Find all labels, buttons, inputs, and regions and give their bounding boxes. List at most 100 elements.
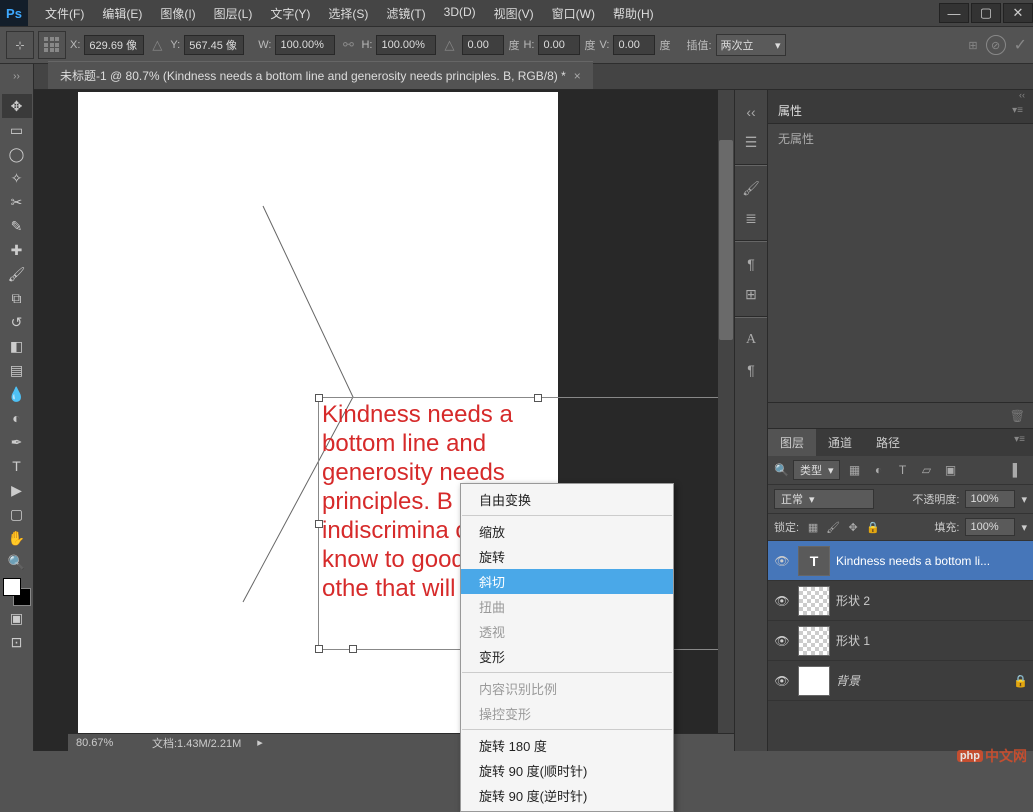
link-wh-icon[interactable]: ⚯ (339, 37, 357, 53)
swap-xy-icon[interactable]: △ (148, 37, 166, 53)
close-tab-icon[interactable]: × (574, 69, 581, 83)
filter-smart-icon[interactable]: ▣ (940, 461, 960, 479)
menu-file[interactable]: 文件(F) (36, 0, 93, 27)
healing-brush-tool[interactable]: ✚ (2, 238, 32, 262)
dodge-tool[interactable]: ◐ (2, 406, 32, 430)
history-brush-tool[interactable]: ↺ (2, 310, 32, 334)
blend-mode-dropdown[interactable]: 正常▾ (774, 489, 874, 509)
trash-icon[interactable]: 🗑 (1010, 409, 1025, 423)
vertical-scrollbar[interactable] (718, 90, 734, 751)
screen-mode-toggle[interactable]: ⊡ (2, 630, 32, 654)
panel-collapse-icon[interactable]: ‹‹ (768, 90, 1033, 98)
glyphs-panel-icon[interactable]: ¶ (739, 360, 763, 380)
menu-view[interactable]: 视图(V) (485, 0, 543, 27)
zoom-tool[interactable]: 🔍 (2, 550, 32, 574)
gradient-tool[interactable]: ▤ (2, 358, 32, 382)
panel-menu-icon[interactable]: ▾≡ (1012, 105, 1023, 116)
menu-window[interactable]: 窗口(W) (543, 0, 604, 27)
hskew-input[interactable] (538, 35, 580, 55)
fill-input[interactable] (965, 518, 1015, 536)
transform-handle-bc[interactable] (349, 645, 357, 653)
angle-input[interactable] (462, 35, 504, 55)
visibility-toggle-icon[interactable]: 👁 (772, 634, 792, 648)
filter-kind-dropdown[interactable]: 类型▾ (793, 460, 841, 480)
clone-stamp-tool[interactable]: ⧉ (2, 286, 32, 310)
status-menu-icon[interactable]: ▸ (257, 736, 263, 749)
lock-pixels-icon[interactable]: 🖌 (825, 519, 841, 535)
layer-row-shape1[interactable]: 👁 形状 1 (768, 621, 1033, 661)
lock-transparent-icon[interactable]: ▦ (805, 519, 821, 535)
layer-row-text[interactable]: 👁 T Kindness needs a bottom li... (768, 541, 1033, 581)
eraser-tool[interactable]: ◧ (2, 334, 32, 358)
color-panel-icon[interactable]: 🖌 (739, 178, 763, 198)
close-button[interactable]: ✕ (1003, 3, 1033, 23)
ctx-skew[interactable]: 斜切 (461, 569, 673, 594)
layer-row-shape2[interactable]: 👁 形状 2 (768, 581, 1033, 621)
vertical-scrollbar-thumb[interactable] (719, 140, 733, 340)
ctx-rotate[interactable]: 旋转 (461, 544, 673, 569)
menu-layer[interactable]: 图层(L) (205, 0, 262, 27)
visibility-toggle-icon[interactable]: 👁 (772, 594, 792, 608)
reference-point-grid[interactable] (38, 31, 66, 59)
visibility-toggle-icon[interactable]: 👁 (772, 674, 792, 688)
shape-tool[interactable]: ▢ (2, 502, 32, 526)
commit-transform-button[interactable]: ✓ (1014, 35, 1027, 55)
filter-adjust-icon[interactable]: ◐ (868, 461, 888, 479)
lasso-tool[interactable]: ◯ (2, 142, 32, 166)
transform-handle-tl[interactable] (315, 394, 323, 402)
document-tab[interactable]: 未标题-1 @ 80.7% (Kindness needs a bottom l… (48, 61, 593, 89)
magic-wand-tool[interactable]: ✧ (2, 166, 32, 190)
quick-mask-toggle[interactable]: ▣ (2, 606, 32, 630)
layer-name[interactable]: 形状 1 (836, 632, 1029, 649)
layer-name[interactable]: 形状 2 (836, 592, 1029, 609)
filter-toggle-icon[interactable]: ▌ (1007, 461, 1027, 479)
menu-type[interactable]: 文字(Y) (261, 0, 319, 27)
ctx-scale[interactable]: 缩放 (461, 519, 673, 544)
maximize-button[interactable]: ▢ (971, 3, 1001, 23)
vskew-input[interactable] (613, 35, 655, 55)
menu-3d[interactable]: 3D(D) (435, 0, 485, 27)
transform-handle-bl[interactable] (315, 645, 323, 653)
filter-shape-icon[interactable]: ▱ (916, 461, 936, 479)
filter-kind-icon[interactable]: 🔍 (774, 463, 789, 477)
menu-image[interactable]: 图像(I) (151, 0, 204, 27)
transform-tool-icon[interactable]: ⊹ (6, 31, 34, 59)
properties-panel-tab[interactable]: 属性 ▾≡ (768, 98, 1033, 124)
toolbox-expand-icon[interactable]: ›› (0, 64, 34, 90)
history-panel-icon[interactable]: ☰ (739, 132, 763, 152)
layer-name[interactable]: Kindness needs a bottom li... (836, 554, 1029, 568)
w-input[interactable] (275, 35, 335, 55)
pen-tool[interactable]: ✒ (2, 430, 32, 454)
menu-filter[interactable]: 滤镜(T) (377, 0, 434, 27)
layers-panel-menu-icon[interactable]: ▾≡ (1006, 429, 1033, 456)
interp-dropdown[interactable]: 两次立▾ (716, 34, 786, 56)
y-input[interactable] (184, 35, 244, 55)
transform-handle-tc[interactable] (534, 394, 542, 402)
blur-tool[interactable]: 💧 (2, 382, 32, 406)
lock-position-icon[interactable]: ✥ (845, 519, 861, 535)
char-panel-a-icon[interactable]: A (739, 330, 763, 350)
crop-tool[interactable]: ✂ (2, 190, 32, 214)
color-swatches[interactable] (3, 578, 31, 606)
hand-tool[interactable]: ✋ (2, 526, 32, 550)
collapse-arrow-icon[interactable]: ‹‹ (739, 102, 763, 122)
foreground-color-swatch[interactable] (3, 578, 21, 596)
brush-tool[interactable]: 🖌 (2, 262, 32, 286)
type-tool[interactable]: T (2, 454, 32, 478)
eyedropper-tool[interactable]: ✎ (2, 214, 32, 238)
tab-layers[interactable]: 图层 (768, 429, 816, 456)
menu-select[interactable]: 选择(S) (319, 0, 377, 27)
cancel-transform-button[interactable]: ⊘ (986, 35, 1006, 55)
transform-handle-ml[interactable] (315, 520, 323, 528)
x-input[interactable] (84, 35, 144, 55)
path-selection-tool[interactable]: ▶ (2, 478, 32, 502)
ctx-rotate-90-ccw[interactable]: 旋转 90 度(逆时针) (461, 783, 673, 808)
warp-mode-icon[interactable]: ⊞ (968, 39, 977, 52)
ctx-rotate-180[interactable]: 旋转 180 度 (461, 733, 673, 758)
move-tool[interactable]: ✥ (2, 94, 32, 118)
ctx-rotate-90-cw[interactable]: 旋转 90 度(顺时针) (461, 758, 673, 783)
tab-channels[interactable]: 通道 (816, 429, 864, 456)
ctx-free-transform[interactable]: 自由变换 (461, 487, 673, 512)
ctx-warp[interactable]: 变形 (461, 644, 673, 669)
layer-row-background[interactable]: 👁 背景 🔒 (768, 661, 1033, 701)
